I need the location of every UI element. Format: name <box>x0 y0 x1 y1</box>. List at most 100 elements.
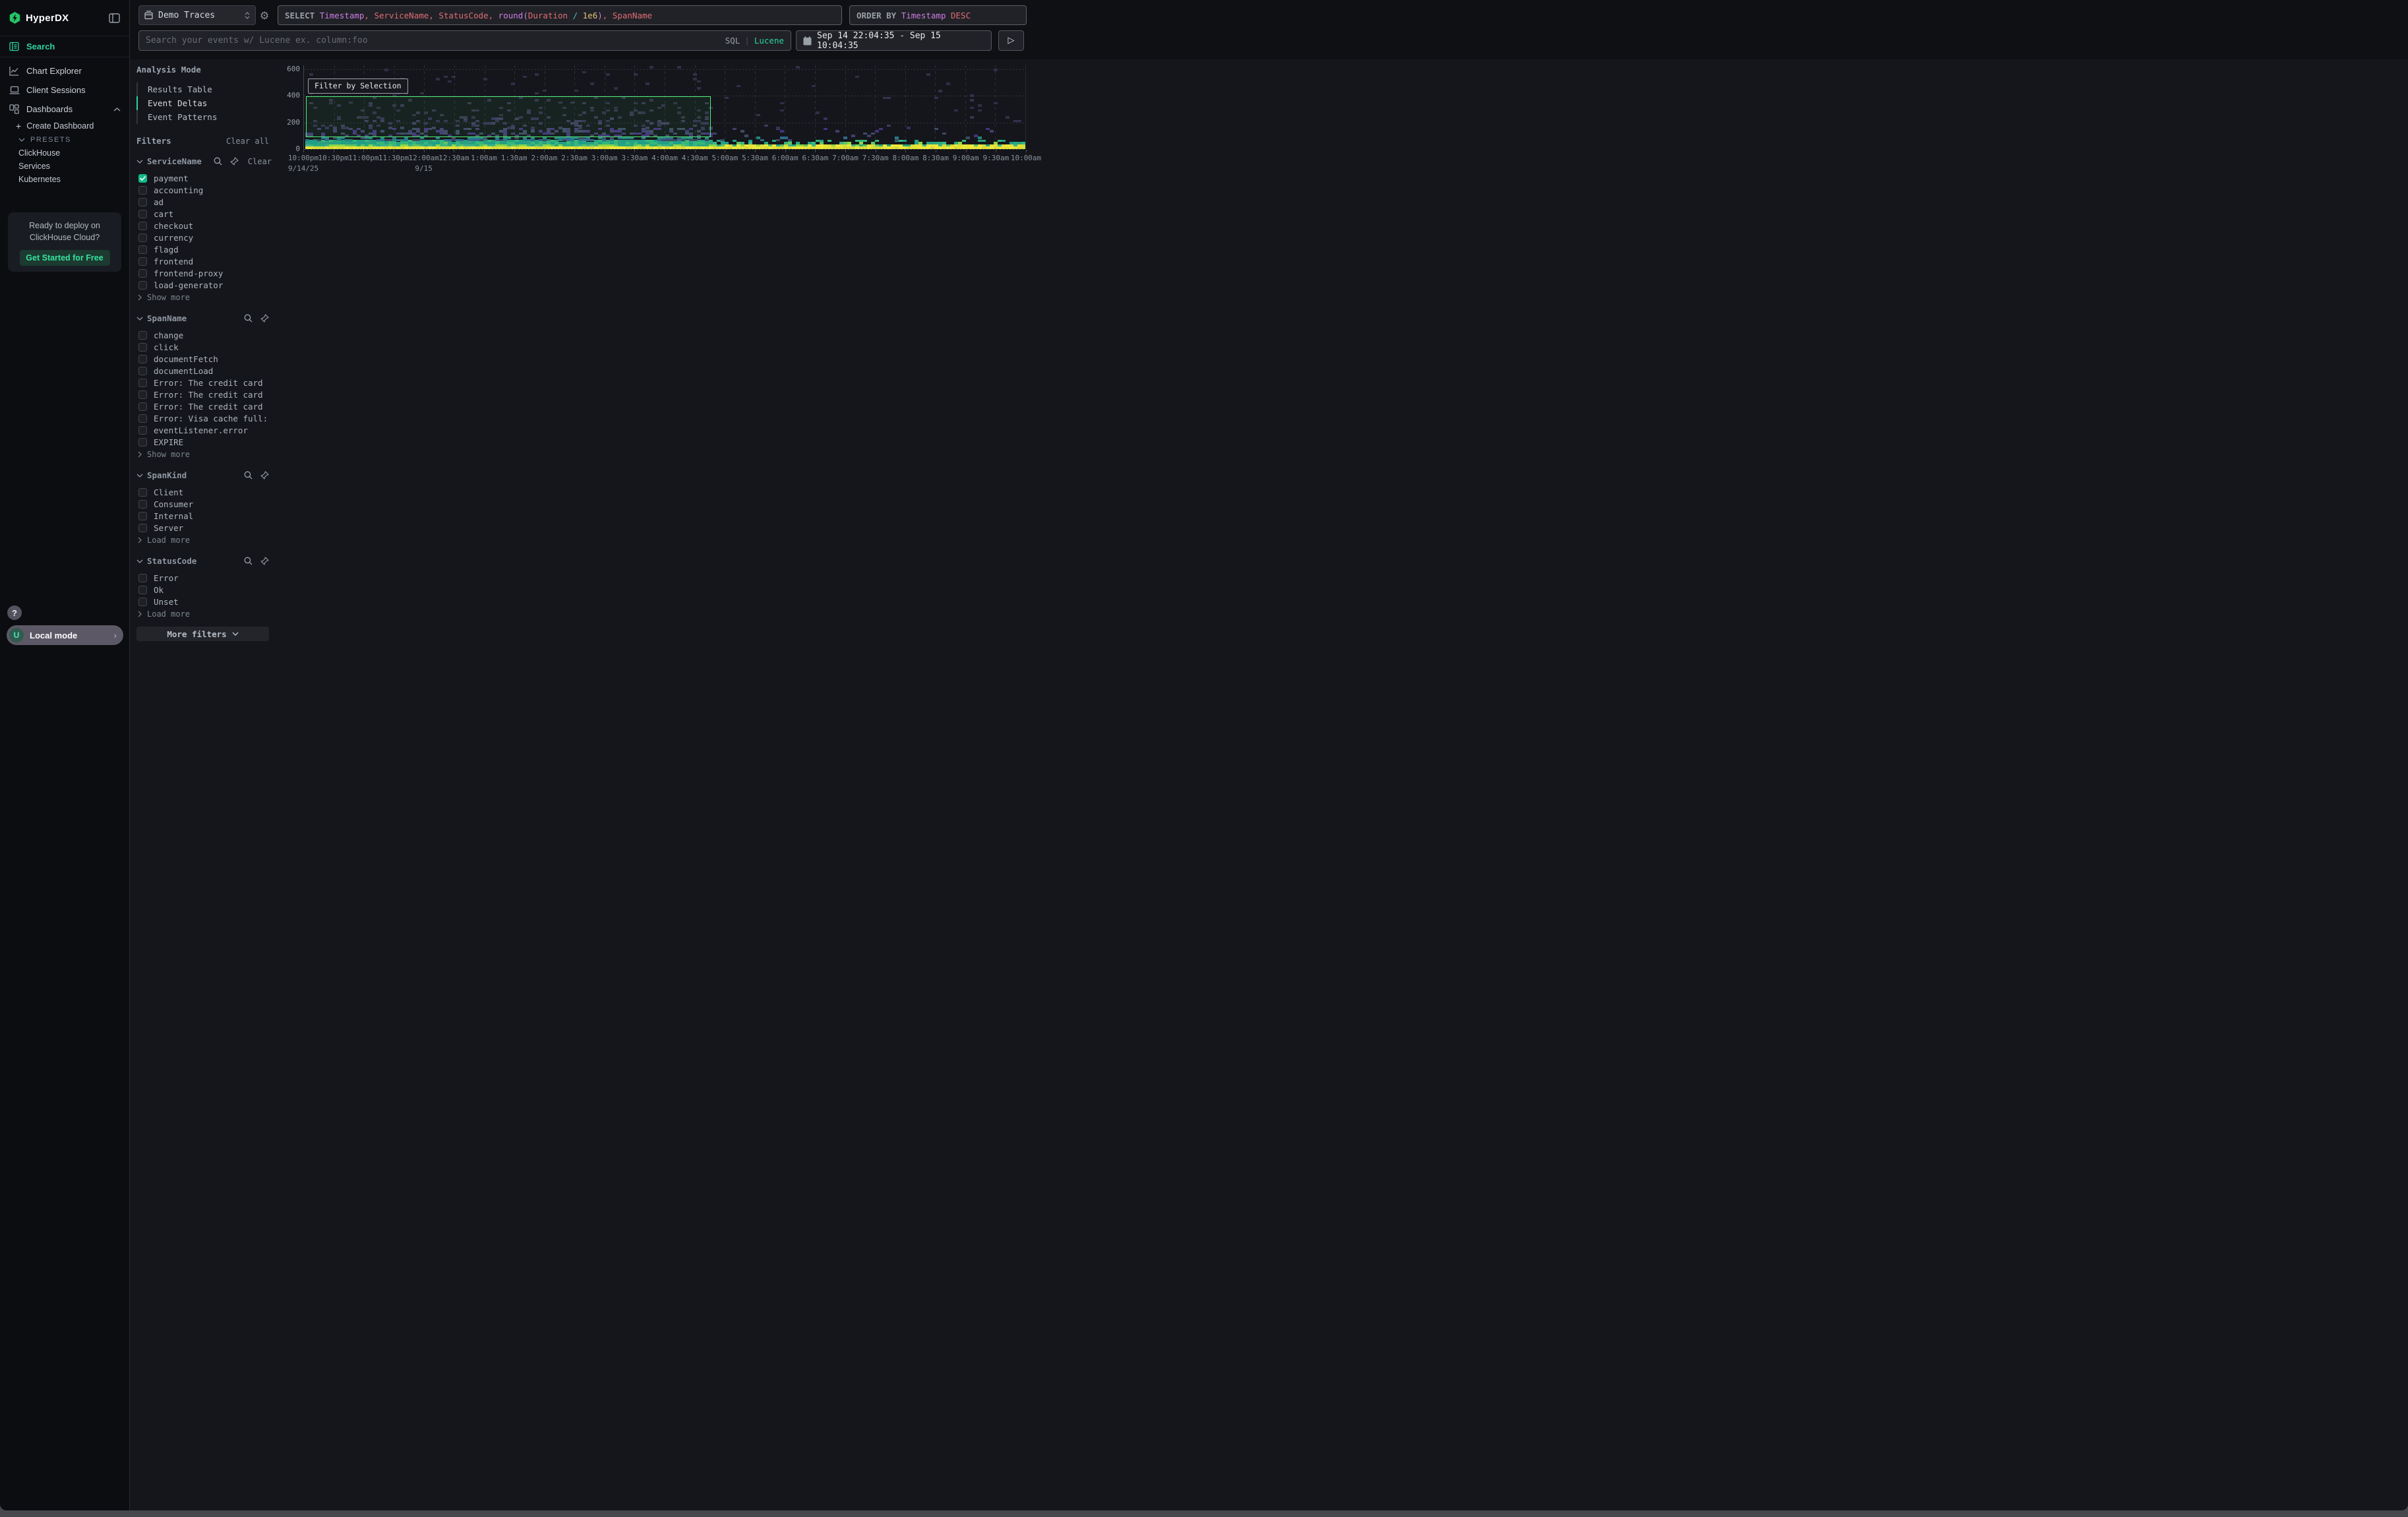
filter-group-name[interactable]: SpanKind <box>147 470 187 480</box>
checkbox[interactable] <box>138 402 147 411</box>
chevron-down-icon[interactable] <box>136 317 143 321</box>
checkbox[interactable] <box>138 524 147 532</box>
load-more-button[interactable]: Load more <box>136 608 269 619</box>
checkbox[interactable] <box>138 355 147 363</box>
checkbox[interactable] <box>138 390 147 399</box>
date-range-picker[interactable]: Sep 14 22:04:35 - Sep 15 10:04:35 <box>796 30 992 51</box>
filter-option-unset[interactable]: Unset <box>136 596 269 607</box>
checkbox[interactable] <box>138 257 147 266</box>
checkbox[interactable] <box>138 198 147 206</box>
filter-by-selection-tooltip[interactable]: Filter by Selection <box>308 78 408 94</box>
chevron-down-icon[interactable] <box>136 474 143 478</box>
filter-option-client[interactable]: Client <box>136 486 269 498</box>
load-more-button[interactable]: Load more <box>136 534 269 545</box>
search-icon[interactable] <box>244 314 253 323</box>
checkbox[interactable] <box>138 379 147 387</box>
filter-option-error-the-credit-card-[interactable]: Error: The credit card (… <box>136 388 269 400</box>
lucene-mode-button[interactable]: Lucene <box>754 36 784 46</box>
filter-option-flagd[interactable]: flagd <box>136 243 269 255</box>
more-filters-button[interactable]: More filters <box>136 627 269 641</box>
checkbox[interactable] <box>138 598 147 606</box>
analysis-mode-item-event-deltas[interactable]: Event Deltas <box>136 96 269 110</box>
checkbox[interactable] <box>138 331 147 340</box>
create-dashboard-button[interactable]: + Create Dashboard <box>0 119 129 133</box>
checkbox[interactable] <box>138 512 147 520</box>
filter-option-documentload[interactable]: documentLoad <box>136 365 269 377</box>
clear-all-button[interactable]: Clear all <box>226 137 269 146</box>
checkbox[interactable] <box>138 367 147 375</box>
preset-clickhouse[interactable]: ClickHouse <box>0 146 129 160</box>
checkbox[interactable] <box>138 414 147 423</box>
filter-option-consumer[interactable]: Consumer <box>136 498 269 510</box>
pin-icon[interactable] <box>260 314 269 323</box>
checkbox[interactable] <box>138 426 147 435</box>
chevron-down-icon[interactable] <box>136 559 143 563</box>
run-query-button[interactable]: ▷ <box>998 30 1024 51</box>
filter-option-ok[interactable]: Ok <box>136 584 269 596</box>
preset-kubernetes[interactable]: Kubernetes <box>0 173 129 186</box>
filter-option-server[interactable]: Server <box>136 522 269 534</box>
sql-select-editor[interactable]: SELECT Timestamp, ServiceName, StatusCod… <box>278 5 842 25</box>
pin-icon[interactable] <box>230 157 239 166</box>
checkbox[interactable] <box>138 438 147 447</box>
sql-mode-button[interactable]: SQL <box>725 36 740 46</box>
search-icon[interactable] <box>244 557 253 565</box>
checkbox[interactable] <box>138 281 147 290</box>
pin-icon[interactable] <box>260 557 269 565</box>
bottom-scrollbar-track[interactable] <box>0 1510 2408 1517</box>
filter-option-error-the-credit-card-[interactable]: Error: The credit card (… <box>136 400 269 412</box>
filter-option-click[interactable]: click <box>136 341 269 353</box>
filter-option-eventlistener-error[interactable]: eventListener.error <box>136 424 269 436</box>
checkbox[interactable] <box>138 186 147 195</box>
checkbox[interactable] <box>138 233 147 242</box>
show-more-button[interactable]: Show more <box>136 292 269 303</box>
filter-option-ad[interactable]: ad <box>136 196 269 208</box>
checkbox[interactable] <box>138 500 147 509</box>
filter-option-accounting[interactable]: accounting <box>136 184 269 196</box>
sidebar-collapse-icon[interactable] <box>109 13 120 23</box>
presets-toggle[interactable]: PRESETS <box>0 133 129 146</box>
sidebar-item-client-sessions[interactable]: Client Sessions <box>0 80 129 100</box>
filter-option-internal[interactable]: Internal <box>136 510 269 522</box>
checkbox[interactable] <box>138 222 147 230</box>
filter-option-error-the-credit-card-[interactable]: Error: The credit card (… <box>136 377 269 388</box>
filter-option-error[interactable]: Error <box>136 572 269 584</box>
filter-option-currency[interactable]: currency <box>136 232 269 243</box>
user-menu[interactable]: U Local mode › <box>7 625 123 645</box>
search-icon[interactable] <box>214 157 222 166</box>
search-input[interactable]: Search your events w/ Lucene ex. column:… <box>138 30 791 51</box>
checkbox[interactable] <box>138 574 147 582</box>
filter-option-expire[interactable]: EXPIRE <box>136 436 269 448</box>
preset-services[interactable]: Services <box>0 160 129 173</box>
sidebar-item-dashboards[interactable]: Dashboards <box>0 100 129 119</box>
gear-icon[interactable]: ⚙ <box>258 9 271 22</box>
sidebar-item-chart-explorer[interactable]: Chart Explorer <box>0 61 129 80</box>
pin-icon[interactable] <box>260 471 269 480</box>
checkbox-checked[interactable] <box>138 174 147 183</box>
help-button[interactable]: ? <box>7 605 22 620</box>
checkbox[interactable] <box>138 586 147 594</box>
filter-group-name[interactable]: SpanName <box>147 313 187 323</box>
filter-option-frontend[interactable]: frontend <box>136 255 269 267</box>
analysis-mode-item-results-table[interactable]: Results Table <box>136 82 269 96</box>
checkbox[interactable] <box>138 210 147 218</box>
filter-option-frontend-proxy[interactable]: frontend-proxy <box>136 267 269 279</box>
selection-rectangle[interactable] <box>306 96 711 137</box>
filter-option-cart[interactable]: cart <box>136 208 269 220</box>
get-started-button[interactable]: Get Started for Free <box>20 250 110 266</box>
source-select[interactable]: Demo Traces <box>138 5 256 25</box>
checkbox[interactable] <box>138 343 147 352</box>
filter-group-name[interactable]: ServiceName <box>147 156 202 166</box>
filter-option-change[interactable]: change <box>136 329 269 341</box>
filter-option-error-visa-cache-full-[interactable]: Error: Visa cache full: … <box>136 412 269 424</box>
search-icon[interactable] <box>244 471 253 480</box>
heatmap-plot[interactable]: Filter by Selection <box>303 65 1026 149</box>
chevron-down-icon[interactable] <box>136 160 143 164</box>
checkbox[interactable] <box>138 269 147 278</box>
filter-option-load-generator[interactable]: load-generator <box>136 279 269 291</box>
analysis-mode-item-event-patterns[interactable]: Event Patterns <box>136 110 269 124</box>
clear-filter-button[interactable]: Clear <box>248 157 272 166</box>
filter-option-checkout[interactable]: checkout <box>136 220 269 232</box>
filter-option-payment[interactable]: payment <box>136 172 269 184</box>
checkbox[interactable] <box>138 245 147 254</box>
